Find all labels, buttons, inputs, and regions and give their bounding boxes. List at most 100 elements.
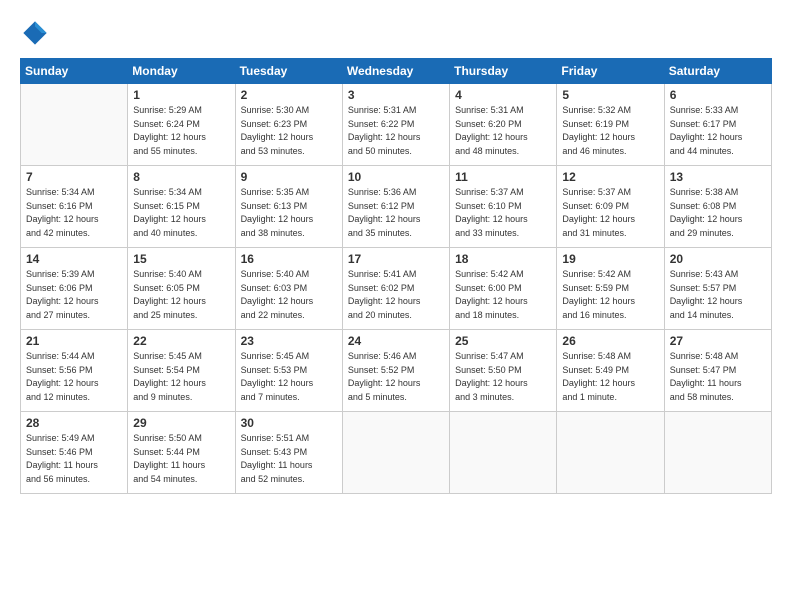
weekday-header-saturday: Saturday [664,59,771,84]
day-info: Sunrise: 5:38 AM Sunset: 6:08 PM Dayligh… [670,186,766,240]
day-info: Sunrise: 5:50 AM Sunset: 5:44 PM Dayligh… [133,432,229,486]
calendar-cell: 25 Sunrise: 5:47 AM Sunset: 5:50 PM Dayli… [450,330,557,412]
day-number: 23 [241,334,337,348]
calendar-cell: 9 Sunrise: 5:35 AM Sunset: 6:13 PM Daylig… [235,166,342,248]
calendar-cell: 12 Sunrise: 5:37 AM Sunset: 6:09 PM Dayli… [557,166,664,248]
calendar-week-row-3: 14Sunrise: 5:39 AM Sunset: 6:06 PM Dayli… [21,248,772,330]
day-info: Sunrise: 5:31 AM Sunset: 6:22 PM Dayligh… [348,104,444,158]
calendar-week-row-1: 1 Sunrise: 5:29 AM Sunset: 6:24 PM Daylig… [21,84,772,166]
calendar-cell: 17 Sunrise: 5:41 AM Sunset: 6:02 PM Dayli… [342,248,449,330]
day-number: 13 [670,170,766,184]
weekday-header-friday: Friday [557,59,664,84]
calendar-cell [557,412,664,494]
day-info: Sunrise: 5:37 AM Sunset: 6:10 PM Dayligh… [455,186,551,240]
day-number: 4 [455,88,551,102]
day-info: Sunrise: 5:31 AM Sunset: 6:20 PM Dayligh… [455,104,551,158]
day-info: Sunrise: 5:33 AM Sunset: 6:17 PM Dayligh… [670,104,766,158]
day-info: Sunrise: 5:43 AM Sunset: 5:57 PM Dayligh… [670,268,766,322]
calendar-cell: 15 Sunrise: 5:40 AM Sunset: 6:05 PM Dayli… [128,248,235,330]
day-number: 29 [133,416,229,430]
calendar-cell: 10 Sunrise: 5:36 AM Sunset: 6:12 PM Dayli… [342,166,449,248]
day-info: Sunrise: 5:51 AM Sunset: 5:43 PM Dayligh… [241,432,337,486]
calendar-cell: 20 Sunrise: 5:43 AM Sunset: 5:57 PM Dayli… [664,248,771,330]
calendar-cell: 22 Sunrise: 5:45 AM Sunset: 5:54 PM Dayli… [128,330,235,412]
day-number: 26 [562,334,658,348]
calendar-cell: 1 Sunrise: 5:29 AM Sunset: 6:24 PM Daylig… [128,84,235,166]
day-number: 22 [133,334,229,348]
day-info: Sunrise: 5:44 AM Sunset: 5:56 PM Dayligh… [26,350,122,404]
day-info: Sunrise: 5:40 AM Sunset: 6:03 PM Dayligh… [241,268,337,322]
calendar-cell: 26 Sunrise: 5:48 AM Sunset: 5:49 PM Dayli… [557,330,664,412]
day-number: 7 [26,170,122,184]
day-info: Sunrise: 5:39 AM Sunset: 6:06 PM Dayligh… [26,268,122,322]
day-number: 10 [348,170,444,184]
calendar-cell: 30 Sunrise: 5:51 AM Sunset: 5:43 PM Dayli… [235,412,342,494]
day-number: 11 [455,170,551,184]
day-number: 2 [241,88,337,102]
logo [20,18,56,48]
calendar-cell: 4 Sunrise: 5:31 AM Sunset: 6:20 PM Daylig… [450,84,557,166]
day-number: 8 [133,170,229,184]
day-number: 12 [562,170,658,184]
day-info: Sunrise: 5:47 AM Sunset: 5:50 PM Dayligh… [455,350,551,404]
day-number: 21 [26,334,122,348]
day-info: Sunrise: 5:37 AM Sunset: 6:09 PM Dayligh… [562,186,658,240]
logo-icon [20,18,50,48]
day-number: 17 [348,252,444,266]
calendar-cell: 23 Sunrise: 5:45 AM Sunset: 5:53 PM Dayli… [235,330,342,412]
day-info: Sunrise: 5:32 AM Sunset: 6:19 PM Dayligh… [562,104,658,158]
calendar-cell: 2 Sunrise: 5:30 AM Sunset: 6:23 PM Daylig… [235,84,342,166]
day-number: 3 [348,88,444,102]
day-info: Sunrise: 5:42 AM Sunset: 5:59 PM Dayligh… [562,268,658,322]
day-info: Sunrise: 5:41 AM Sunset: 6:02 PM Dayligh… [348,268,444,322]
day-info: Sunrise: 5:35 AM Sunset: 6:13 PM Dayligh… [241,186,337,240]
calendar-cell: 27 Sunrise: 5:48 AM Sunset: 5:47 PM Dayli… [664,330,771,412]
calendar-cell: 3 Sunrise: 5:31 AM Sunset: 6:22 PM Daylig… [342,84,449,166]
day-number: 6 [670,88,766,102]
day-number: 9 [241,170,337,184]
calendar-cell: 21 Sunrise: 5:44 AM Sunset: 5:56 PM Dayli… [21,330,128,412]
day-number: 25 [455,334,551,348]
calendar-cell [21,84,128,166]
day-info: Sunrise: 5:45 AM Sunset: 5:54 PM Dayligh… [133,350,229,404]
day-info: Sunrise: 5:48 AM Sunset: 5:49 PM Dayligh… [562,350,658,404]
day-number: 28 [26,416,122,430]
weekday-header-row: SundayMondayTuesdayWednesdayThursdayFrid… [21,59,772,84]
calendar-cell: 16Sunrise: 5:40 AM Sunset: 6:03 PM Dayli… [235,248,342,330]
day-number: 1 [133,88,229,102]
page: SundayMondayTuesdayWednesdayThursdayFrid… [0,0,792,612]
day-info: Sunrise: 5:48 AM Sunset: 5:47 PM Dayligh… [670,350,766,404]
calendar-cell: 29 Sunrise: 5:50 AM Sunset: 5:44 PM Dayli… [128,412,235,494]
calendar-week-row-5: 28 Sunrise: 5:49 AM Sunset: 5:46 PM Dayli… [21,412,772,494]
calendar-cell: 19Sunrise: 5:42 AM Sunset: 5:59 PM Dayli… [557,248,664,330]
day-number: 5 [562,88,658,102]
day-info: Sunrise: 5:40 AM Sunset: 6:05 PM Dayligh… [133,268,229,322]
calendar-cell [450,412,557,494]
calendar-cell: 6 Sunrise: 5:33 AM Sunset: 6:17 PM Daylig… [664,84,771,166]
day-info: Sunrise: 5:42 AM Sunset: 6:00 PM Dayligh… [455,268,551,322]
weekday-header-thursday: Thursday [450,59,557,84]
day-info: Sunrise: 5:49 AM Sunset: 5:46 PM Dayligh… [26,432,122,486]
day-info: Sunrise: 5:45 AM Sunset: 5:53 PM Dayligh… [241,350,337,404]
calendar-cell: 14Sunrise: 5:39 AM Sunset: 6:06 PM Dayli… [21,248,128,330]
day-number: 27 [670,334,766,348]
calendar-cell: 7 Sunrise: 5:34 AM Sunset: 6:16 PM Daylig… [21,166,128,248]
weekday-header-sunday: Sunday [21,59,128,84]
calendar-cell: 5 Sunrise: 5:32 AM Sunset: 6:19 PM Daylig… [557,84,664,166]
day-info: Sunrise: 5:30 AM Sunset: 6:23 PM Dayligh… [241,104,337,158]
day-number: 18 [455,252,551,266]
day-number: 15 [133,252,229,266]
day-info: Sunrise: 5:29 AM Sunset: 6:24 PM Dayligh… [133,104,229,158]
calendar-cell: 8Sunrise: 5:34 AM Sunset: 6:15 PM Daylig… [128,166,235,248]
day-info: Sunrise: 5:34 AM Sunset: 6:16 PM Dayligh… [26,186,122,240]
calendar-cell: 11 Sunrise: 5:37 AM Sunset: 6:10 PM Dayli… [450,166,557,248]
header [20,18,772,48]
day-info: Sunrise: 5:36 AM Sunset: 6:12 PM Dayligh… [348,186,444,240]
calendar-cell: 28 Sunrise: 5:49 AM Sunset: 5:46 PM Dayli… [21,412,128,494]
day-number: 30 [241,416,337,430]
day-number: 20 [670,252,766,266]
weekday-header-monday: Monday [128,59,235,84]
calendar-cell: 13 Sunrise: 5:38 AM Sunset: 6:08 PM Dayli… [664,166,771,248]
calendar-week-row-4: 21 Sunrise: 5:44 AM Sunset: 5:56 PM Dayli… [21,330,772,412]
calendar-cell: 24Sunrise: 5:46 AM Sunset: 5:52 PM Dayli… [342,330,449,412]
